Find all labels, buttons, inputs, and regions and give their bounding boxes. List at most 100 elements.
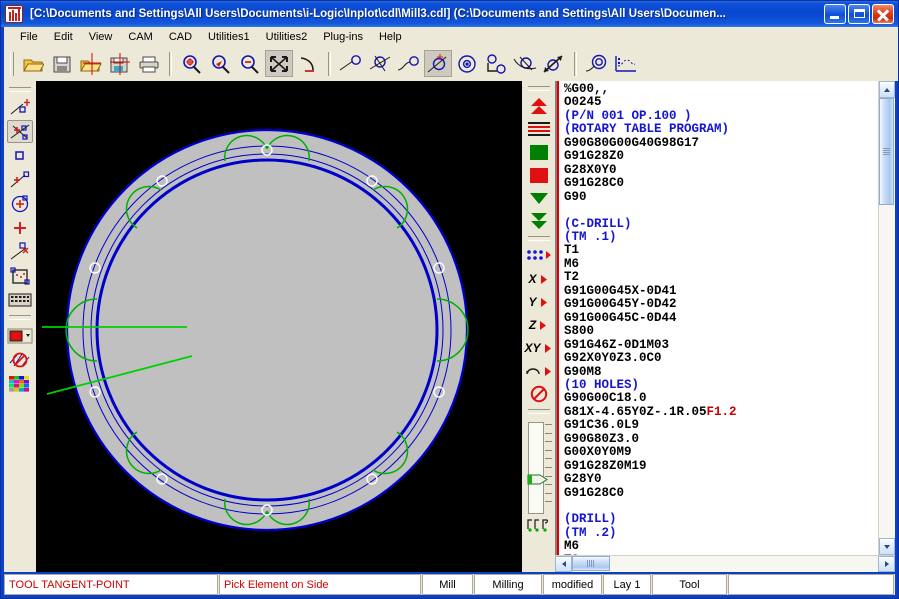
- intersection-point-icon[interactable]: [366, 50, 394, 77]
- status-machine: Mill: [422, 574, 473, 595]
- menu-bar: File Edit View CAM CAD Utilities1 Utilit…: [1, 27, 898, 46]
- gcode-line: G28X0Y0: [564, 162, 617, 177]
- scroll-up-button[interactable]: [879, 81, 895, 98]
- view-palette-grip[interactable]: [527, 86, 550, 91]
- lines-icon[interactable]: [525, 118, 553, 140]
- vertical-scroll-track[interactable]: [879, 98, 895, 538]
- zoom-extents-icon[interactable]: [265, 50, 293, 77]
- menu-item-plugins[interactable]: Plug-ins: [315, 30, 371, 44]
- scroll-right-button[interactable]: [878, 556, 895, 572]
- status-state: modified: [543, 574, 602, 595]
- open-file-icon[interactable]: [19, 50, 47, 77]
- gcode-line: G90G80Z3.0: [564, 431, 640, 446]
- zoom-pan-icon[interactable]: [207, 50, 235, 77]
- save-file-icon[interactable]: [48, 50, 76, 77]
- title-bar: [C:\Documents and Settings\All Users\Doc…: [1, 1, 898, 27]
- cad-canvas[interactable]: [36, 81, 522, 572]
- view-palette-grip-2[interactable]: [527, 236, 550, 241]
- gcode-line: G91G28C0: [564, 485, 625, 500]
- minimize-button[interactable]: [824, 4, 846, 24]
- circle-target-icon[interactable]: [482, 50, 510, 77]
- points-grid-icon[interactable]: [525, 245, 553, 267]
- gcode-line: G92X0Y0Z3.0C0: [564, 351, 662, 366]
- feed-slider[interactable]: [526, 422, 552, 514]
- open-target-icon[interactable]: [77, 50, 105, 77]
- save-target-icon[interactable]: [106, 50, 134, 77]
- cross-point-icon[interactable]: [7, 120, 33, 143]
- offset-icon[interactable]: [540, 50, 568, 77]
- gcode-line: G91C36.0L9: [564, 418, 640, 433]
- view-palette-grip-3[interactable]: [527, 409, 550, 414]
- axis-y-button[interactable]: Y: [525, 291, 553, 313]
- green-square-icon[interactable]: [525, 141, 553, 163]
- line-endpoint-icon[interactable]: [337, 50, 365, 77]
- scroll-down-button[interactable]: [879, 538, 895, 555]
- status-entity: Tool: [652, 574, 727, 595]
- menu-item-file[interactable]: File: [12, 30, 46, 44]
- axis-z-button[interactable]: Z: [525, 314, 553, 336]
- gcode-vertical-scrollbar[interactable]: [878, 81, 895, 555]
- spiral-icon[interactable]: [583, 50, 611, 77]
- zoom-out-icon[interactable]: [236, 50, 264, 77]
- toolbar-separator: [328, 51, 331, 76]
- toolbar-grip[interactable]: [10, 51, 14, 76]
- cancel-icon[interactable]: [525, 383, 553, 405]
- maximize-button[interactable]: [848, 4, 870, 24]
- redraw-icon[interactable]: [294, 50, 322, 77]
- no-hatch-icon[interactable]: [7, 348, 33, 371]
- keyboard-entry-icon[interactable]: [7, 288, 33, 311]
- palette-grip[interactable]: [9, 87, 31, 92]
- arc-point-icon[interactable]: [395, 50, 423, 77]
- horizontal-scroll-track[interactable]: [572, 556, 878, 572]
- circle-center-icon[interactable]: [7, 192, 33, 215]
- gcode-line: (P/N 001 OP.100 ): [564, 108, 692, 123]
- menu-item-utilities1[interactable]: Utilities1: [200, 30, 258, 44]
- print-icon[interactable]: [135, 50, 163, 77]
- line-cross-point-icon[interactable]: [7, 168, 33, 191]
- axis-x-button[interactable]: X: [525, 268, 553, 290]
- line-point-icon[interactable]: [7, 96, 33, 119]
- feed-slider-track[interactable]: [527, 422, 544, 514]
- gcode-line: G90G00C18.0: [564, 391, 647, 406]
- gcode-line: G90: [564, 189, 587, 204]
- zoom-window-icon[interactable]: [178, 50, 206, 77]
- gcode-line: %G00,,: [564, 82, 610, 96]
- down-arrow-icon[interactable]: [525, 187, 553, 209]
- gcode-text[interactable]: %G00,, O0245 (P/N 001 OP.100 ) (ROTARY TABL…: [559, 81, 878, 555]
- menu-item-view[interactable]: View: [81, 30, 121, 44]
- color-grid-icon[interactable]: [7, 372, 33, 395]
- gcode-horizontal-scrollbar[interactable]: [555, 555, 895, 572]
- feed-slider-handle[interactable]: [527, 474, 549, 485]
- gcode-line: G00X0Y0M9: [564, 445, 632, 460]
- close-button[interactable]: [872, 4, 894, 24]
- menu-item-utilities2[interactable]: Utilities2: [258, 30, 316, 44]
- square-point-icon[interactable]: [7, 144, 33, 167]
- double-down-arrow-icon[interactable]: [525, 210, 553, 232]
- vertical-scroll-thumb[interactable]: [879, 98, 894, 205]
- gcode-line: O0245: [564, 95, 602, 110]
- gcode-line: G90M8: [564, 364, 602, 379]
- axis-xy-button[interactable]: XY: [525, 337, 553, 359]
- box-points-icon[interactable]: [7, 264, 33, 287]
- rotate-icon[interactable]: [525, 360, 553, 382]
- tangent-point-icon[interactable]: [424, 50, 452, 77]
- palette-grip-2[interactable]: [9, 315, 31, 320]
- menu-item-cam[interactable]: CAM: [120, 30, 160, 44]
- trim-icon[interactable]: [511, 50, 539, 77]
- center-point-icon[interactable]: [453, 50, 481, 77]
- profile-chart-icon[interactable]: [612, 50, 640, 77]
- double-up-arrow-icon[interactable]: [525, 95, 553, 117]
- color-picker-icon[interactable]: [7, 324, 33, 347]
- tool-notes-icon[interactable]: [525, 514, 553, 536]
- menu-item-help[interactable]: Help: [371, 30, 410, 44]
- horizontal-scroll-thumb[interactable]: [572, 556, 610, 571]
- plus-point-icon[interactable]: [7, 216, 33, 239]
- menu-item-edit[interactable]: Edit: [46, 30, 81, 44]
- red-square-icon[interactable]: [525, 164, 553, 186]
- scroll-left-button[interactable]: [555, 556, 572, 572]
- gcode-line: S800: [564, 324, 595, 339]
- tangent-line-icon[interactable]: [7, 240, 33, 263]
- gcode-line: M6: [564, 539, 580, 554]
- menu-item-cad[interactable]: CAD: [161, 30, 200, 44]
- status-mode: TOOL TANGENT-POINT: [4, 574, 218, 595]
